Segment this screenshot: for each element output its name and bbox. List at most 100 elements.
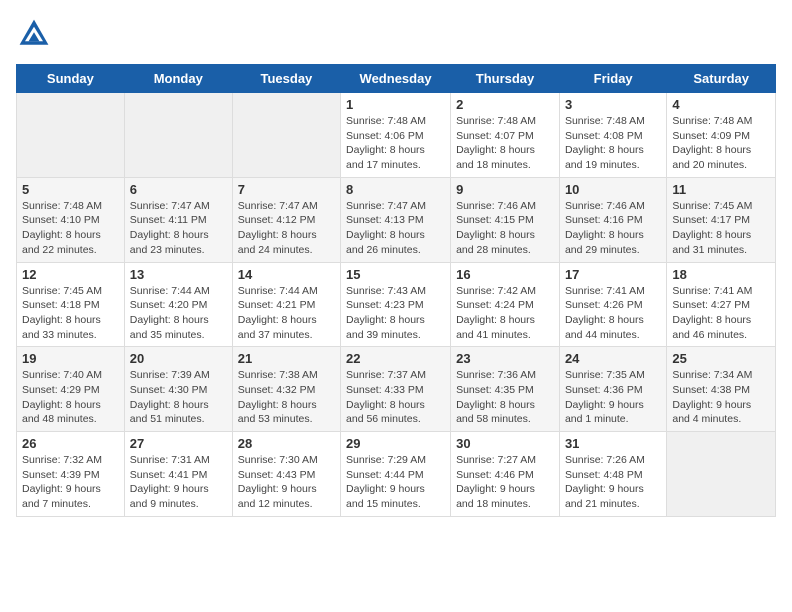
day-info: Sunrise: 7:48 AM Sunset: 4:06 PM Dayligh… bbox=[346, 114, 445, 173]
weekday-header: Wednesday bbox=[341, 65, 451, 93]
day-number: 6 bbox=[130, 182, 227, 197]
calendar-cell: 28 Sunrise: 7:30 AM Sunset: 4:43 PM Dayli… bbox=[232, 432, 340, 517]
logo-icon bbox=[16, 16, 52, 52]
day-info: Sunrise: 7:42 AM Sunset: 4:24 PM Dayligh… bbox=[456, 284, 554, 343]
calendar-cell: 10 Sunrise: 7:46 AM Sunset: 4:16 PM Dayli… bbox=[559, 177, 666, 262]
day-info: Sunrise: 7:32 AM Sunset: 4:39 PM Dayligh… bbox=[22, 453, 119, 512]
calendar-cell bbox=[667, 432, 776, 517]
day-info: Sunrise: 7:48 AM Sunset: 4:10 PM Dayligh… bbox=[22, 199, 119, 258]
day-number: 25 bbox=[672, 351, 770, 366]
day-info: Sunrise: 7:40 AM Sunset: 4:29 PM Dayligh… bbox=[22, 368, 119, 427]
day-info: Sunrise: 7:43 AM Sunset: 4:23 PM Dayligh… bbox=[346, 284, 445, 343]
weekday-header: Sunday bbox=[17, 65, 125, 93]
day-number: 13 bbox=[130, 267, 227, 282]
weekday-header: Thursday bbox=[451, 65, 560, 93]
calendar-cell: 15 Sunrise: 7:43 AM Sunset: 4:23 PM Dayli… bbox=[341, 262, 451, 347]
day-number: 27 bbox=[130, 436, 227, 451]
day-number: 23 bbox=[456, 351, 554, 366]
calendar-cell: 30Sunrise: 7:27 AM Sunset: 4:46 PM Dayli… bbox=[451, 432, 560, 517]
day-number: 9 bbox=[456, 182, 554, 197]
calendar-cell: 29 Sunrise: 7:29 AM Sunset: 4:44 PM Dayli… bbox=[341, 432, 451, 517]
day-info: Sunrise: 7:30 AM Sunset: 4:43 PM Dayligh… bbox=[238, 453, 335, 512]
calendar-cell: 13 Sunrise: 7:44 AM Sunset: 4:20 PM Dayli… bbox=[124, 262, 232, 347]
day-number: 18 bbox=[672, 267, 770, 282]
calendar-week-row: 5 Sunrise: 7:48 AM Sunset: 4:10 PM Daylig… bbox=[17, 177, 776, 262]
day-number: 31 bbox=[565, 436, 661, 451]
day-info: Sunrise: 7:48 AM Sunset: 4:07 PM Dayligh… bbox=[456, 114, 554, 173]
calendar-week-row: 26 Sunrise: 7:32 AM Sunset: 4:39 PM Dayli… bbox=[17, 432, 776, 517]
day-info: Sunrise: 7:45 AM Sunset: 4:18 PM Dayligh… bbox=[22, 284, 119, 343]
day-info: Sunrise: 7:46 AM Sunset: 4:15 PM Dayligh… bbox=[456, 199, 554, 258]
day-info: Sunrise: 7:37 AM Sunset: 4:33 PM Dayligh… bbox=[346, 368, 445, 427]
weekday-header-row: SundayMondayTuesdayWednesdayThursdayFrid… bbox=[17, 65, 776, 93]
calendar-cell: 20Sunrise: 7:39 AM Sunset: 4:30 PM Dayli… bbox=[124, 347, 232, 432]
day-number: 4 bbox=[672, 97, 770, 112]
calendar-cell: 17 Sunrise: 7:41 AM Sunset: 4:26 PM Dayli… bbox=[559, 262, 666, 347]
calendar-cell: 12 Sunrise: 7:45 AM Sunset: 4:18 PM Dayli… bbox=[17, 262, 125, 347]
day-info: Sunrise: 7:47 AM Sunset: 4:11 PM Dayligh… bbox=[130, 199, 227, 258]
calendar-cell: 3 Sunrise: 7:48 AM Sunset: 4:08 PM Daylig… bbox=[559, 93, 666, 178]
day-info: Sunrise: 7:47 AM Sunset: 4:13 PM Dayligh… bbox=[346, 199, 445, 258]
calendar-week-row: 12 Sunrise: 7:45 AM Sunset: 4:18 PM Dayli… bbox=[17, 262, 776, 347]
logo bbox=[16, 16, 56, 52]
day-info: Sunrise: 7:46 AM Sunset: 4:16 PM Dayligh… bbox=[565, 199, 661, 258]
calendar-cell: 7 Sunrise: 7:47 AM Sunset: 4:12 PM Daylig… bbox=[232, 177, 340, 262]
weekday-header: Monday bbox=[124, 65, 232, 93]
calendar-cell bbox=[17, 93, 125, 178]
calendar-cell: 27 Sunrise: 7:31 AM Sunset: 4:41 PM Dayli… bbox=[124, 432, 232, 517]
calendar-cell: 5 Sunrise: 7:48 AM Sunset: 4:10 PM Daylig… bbox=[17, 177, 125, 262]
calendar-cell: 11Sunrise: 7:45 AM Sunset: 4:17 PM Dayli… bbox=[667, 177, 776, 262]
day-info: Sunrise: 7:48 AM Sunset: 4:09 PM Dayligh… bbox=[672, 114, 770, 173]
day-info: Sunrise: 7:29 AM Sunset: 4:44 PM Dayligh… bbox=[346, 453, 445, 512]
calendar-cell: 4 Sunrise: 7:48 AM Sunset: 4:09 PM Daylig… bbox=[667, 93, 776, 178]
day-number: 15 bbox=[346, 267, 445, 282]
calendar-cell: 14 Sunrise: 7:44 AM Sunset: 4:21 PM Dayli… bbox=[232, 262, 340, 347]
day-number: 17 bbox=[565, 267, 661, 282]
day-number: 29 bbox=[346, 436, 445, 451]
calendar-cell: 8Sunrise: 7:47 AM Sunset: 4:13 PM Daylig… bbox=[341, 177, 451, 262]
calendar-cell: 31Sunrise: 7:26 AM Sunset: 4:48 PM Dayli… bbox=[559, 432, 666, 517]
day-number: 28 bbox=[238, 436, 335, 451]
day-number: 3 bbox=[565, 97, 661, 112]
day-number: 1 bbox=[346, 97, 445, 112]
day-number: 7 bbox=[238, 182, 335, 197]
day-info: Sunrise: 7:48 AM Sunset: 4:08 PM Dayligh… bbox=[565, 114, 661, 173]
calendar-cell: 26 Sunrise: 7:32 AM Sunset: 4:39 PM Dayli… bbox=[17, 432, 125, 517]
calendar-cell: 23 Sunrise: 7:36 AM Sunset: 4:35 PM Dayli… bbox=[451, 347, 560, 432]
day-info: Sunrise: 7:44 AM Sunset: 4:21 PM Dayligh… bbox=[238, 284, 335, 343]
calendar-cell: 1 Sunrise: 7:48 AM Sunset: 4:06 PM Daylig… bbox=[341, 93, 451, 178]
day-number: 14 bbox=[238, 267, 335, 282]
calendar-cell bbox=[232, 93, 340, 178]
day-number: 19 bbox=[22, 351, 119, 366]
calendar-cell: 6 Sunrise: 7:47 AM Sunset: 4:11 PM Daylig… bbox=[124, 177, 232, 262]
day-number: 12 bbox=[22, 267, 119, 282]
day-info: Sunrise: 7:35 AM Sunset: 4:36 PM Dayligh… bbox=[565, 368, 661, 427]
day-number: 24 bbox=[565, 351, 661, 366]
day-number: 22 bbox=[346, 351, 445, 366]
day-number: 20 bbox=[130, 351, 227, 366]
day-number: 10 bbox=[565, 182, 661, 197]
calendar-cell: 24 Sunrise: 7:35 AM Sunset: 4:36 PM Dayli… bbox=[559, 347, 666, 432]
day-info: Sunrise: 7:41 AM Sunset: 4:27 PM Dayligh… bbox=[672, 284, 770, 343]
page-header bbox=[16, 16, 776, 52]
calendar-cell: 16Sunrise: 7:42 AM Sunset: 4:24 PM Dayli… bbox=[451, 262, 560, 347]
day-info: Sunrise: 7:47 AM Sunset: 4:12 PM Dayligh… bbox=[238, 199, 335, 258]
calendar-cell: 21Sunrise: 7:38 AM Sunset: 4:32 PM Dayli… bbox=[232, 347, 340, 432]
day-number: 26 bbox=[22, 436, 119, 451]
day-info: Sunrise: 7:45 AM Sunset: 4:17 PM Dayligh… bbox=[672, 199, 770, 258]
calendar-table: SundayMondayTuesdayWednesdayThursdayFrid… bbox=[16, 64, 776, 517]
calendar-cell: 18 Sunrise: 7:41 AM Sunset: 4:27 PM Dayli… bbox=[667, 262, 776, 347]
calendar-cell bbox=[124, 93, 232, 178]
day-number: 30 bbox=[456, 436, 554, 451]
day-info: Sunrise: 7:44 AM Sunset: 4:20 PM Dayligh… bbox=[130, 284, 227, 343]
weekday-header: Saturday bbox=[667, 65, 776, 93]
day-info: Sunrise: 7:31 AM Sunset: 4:41 PM Dayligh… bbox=[130, 453, 227, 512]
day-info: Sunrise: 7:34 AM Sunset: 4:38 PM Dayligh… bbox=[672, 368, 770, 427]
day-info: Sunrise: 7:41 AM Sunset: 4:26 PM Dayligh… bbox=[565, 284, 661, 343]
weekday-header: Tuesday bbox=[232, 65, 340, 93]
calendar-cell: 22 Sunrise: 7:37 AM Sunset: 4:33 PM Dayli… bbox=[341, 347, 451, 432]
day-info: Sunrise: 7:36 AM Sunset: 4:35 PM Dayligh… bbox=[456, 368, 554, 427]
day-number: 5 bbox=[22, 182, 119, 197]
day-number: 2 bbox=[456, 97, 554, 112]
day-number: 21 bbox=[238, 351, 335, 366]
